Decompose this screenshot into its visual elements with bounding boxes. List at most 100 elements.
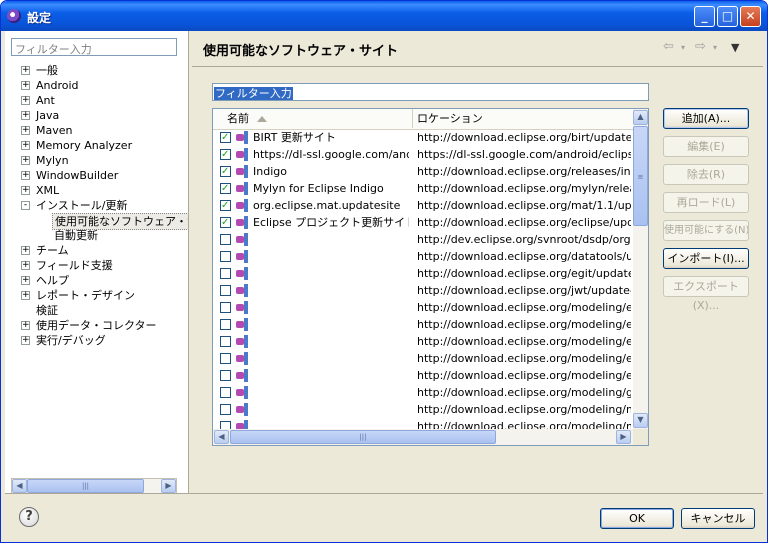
close-button[interactable]: ✕: [740, 6, 761, 27]
table-row[interactable]: Eclipse プロジェクト更新サイト http://download.eclip…: [213, 214, 633, 231]
enable-button[interactable]: 使用可能にする(N): [663, 220, 749, 241]
expand-icon[interactable]: +: [21, 156, 30, 165]
back-arrow-icon[interactable]: ⇦: [663, 39, 674, 54]
site-location: http://download.eclipse.org/releases/ind…: [417, 165, 631, 178]
edit-button[interactable]: 編集(E): [663, 136, 749, 157]
table-row[interactable]: http://dev.eclipse.org/svnroot/dsdp/org.…: [213, 231, 633, 248]
update-site-icon: [236, 284, 250, 297]
minimize-button[interactable]: _: [694, 6, 715, 27]
site-enabled-checkbox[interactable]: [220, 268, 231, 279]
site-enabled-checkbox[interactable]: [220, 251, 231, 262]
table-row[interactable]: http://download.eclipse.org/modeling/emf…: [213, 350, 633, 367]
expand-icon[interactable]: +: [21, 246, 30, 255]
site-enabled-checkbox[interactable]: [220, 319, 231, 330]
site-enabled-checkbox[interactable]: [220, 302, 231, 313]
update-site-icon: [236, 386, 250, 399]
table-scroll-left-icon[interactable]: ◀: [214, 430, 229, 444]
site-enabled-checkbox[interactable]: [220, 214, 231, 231]
expand-icon[interactable]: +: [21, 276, 30, 285]
site-enabled-checkbox[interactable]: [220, 404, 231, 415]
site-location: http://download.eclipse.org/datatools/up…: [417, 250, 631, 263]
view-menu-icon[interactable]: ▼: [731, 41, 739, 54]
table-row[interactable]: http://download.eclipse.org/modeling/m2t…: [213, 418, 633, 429]
help-icon[interactable]: ?: [19, 507, 39, 527]
forward-dropdown-icon[interactable]: ▾: [713, 43, 717, 52]
forward-arrow-icon[interactable]: ⇨: [695, 39, 706, 54]
site-enabled-checkbox[interactable]: [220, 353, 231, 364]
table-row[interactable]: http://download.eclipse.org/modeling/gmf…: [213, 384, 633, 401]
site-enabled-checkbox[interactable]: [220, 370, 231, 381]
site-enabled-checkbox[interactable]: [220, 180, 231, 197]
vertical-scroll-thumb[interactable]: ≡: [633, 126, 648, 226]
table-row[interactable]: BIRT 更新サイト http://download.eclipse.org/bi…: [213, 129, 633, 146]
site-filter-text: フィルター入力: [214, 87, 293, 100]
table-row[interactable]: http://download.eclipse.org/datatools/up…: [213, 248, 633, 265]
expand-icon[interactable]: +: [21, 186, 30, 195]
site-name: Eclipse プロジェクト更新サイト: [253, 216, 409, 229]
table-row[interactable]: http://download.eclipse.org/jwt/update-s…: [213, 282, 633, 299]
site-enabled-checkbox[interactable]: [220, 146, 231, 163]
tree-item-label: Ant: [36, 94, 55, 107]
preference-navigator: フィルター入力 + 一般 + Android + Ant + Java + Maven + Memor…: [5, 31, 201, 494]
update-site-icon: [236, 301, 250, 314]
site-enabled-checkbox[interactable]: [220, 421, 231, 429]
site-enabled-checkbox[interactable]: [220, 197, 231, 214]
tree-item-label: チーム: [36, 244, 69, 257]
scroll-left-icon[interactable]: ◀: [12, 479, 27, 493]
expand-icon[interactable]: +: [21, 336, 30, 345]
expand-icon[interactable]: +: [21, 126, 30, 135]
site-enabled-checkbox[interactable]: [220, 234, 231, 245]
expand-icon[interactable]: +: [21, 81, 30, 90]
table-row[interactable]: https://dl-ssl.google.com/android/eclips…: [213, 146, 633, 163]
table-scroll-right-icon[interactable]: ▶: [616, 430, 631, 444]
scroll-up-icon[interactable]: ▲: [633, 110, 648, 125]
site-enabled-checkbox[interactable]: [220, 129, 231, 146]
horizontal-scroll-thumb[interactable]: |||: [230, 430, 496, 444]
export-button[interactable]: エクスポート(X)...: [663, 276, 749, 312]
column-header-name[interactable]: 名前: [213, 109, 413, 128]
expand-icon[interactable]: +: [21, 111, 30, 120]
column-header-location[interactable]: ロケーション: [413, 109, 633, 128]
import-button[interactable]: インポート(I)...: [663, 248, 749, 269]
collapse-icon[interactable]: -: [21, 201, 30, 210]
table-row[interactable]: org.eclipse.mat.updatesite http://downloa…: [213, 197, 633, 214]
table-row[interactable]: Indigo http://download.eclipse.org/releas…: [213, 163, 633, 180]
site-enabled-checkbox[interactable]: [220, 285, 231, 296]
expand-icon[interactable]: +: [21, 261, 30, 270]
cancel-button[interactable]: キャンセル: [681, 508, 755, 529]
table-row[interactable]: http://download.eclipse.org/egit/updates: [213, 265, 633, 282]
expand-icon[interactable]: +: [21, 171, 30, 180]
expand-icon[interactable]: +: [21, 141, 30, 150]
tree-item-label: フィールド支援: [36, 259, 113, 272]
table-body: BIRT 更新サイト http://download.eclipse.org/bi…: [213, 129, 633, 429]
expand-icon[interactable]: +: [21, 66, 30, 75]
table-row[interactable]: http://download.eclipse.org/modeling/emf…: [213, 333, 633, 350]
maximize-button[interactable]: □: [717, 6, 738, 27]
site-enabled-checkbox[interactable]: [220, 336, 231, 347]
table-row[interactable]: Mylyn for Eclipse Indigo http://download.…: [213, 180, 633, 197]
table-row[interactable]: http://download.eclipse.org/modeling/emf…: [213, 316, 633, 333]
add-button[interactable]: 追加(A)...: [663, 108, 749, 129]
remove-button[interactable]: 除去(R): [663, 164, 749, 185]
table-horizontal-scrollbar[interactable]: ◀ ||| ▶: [213, 429, 633, 445]
reload-button[interactable]: 再ロード(L): [663, 192, 749, 213]
expand-icon[interactable]: +: [21, 321, 30, 330]
site-enabled-checkbox[interactable]: [220, 163, 231, 180]
site-enabled-checkbox[interactable]: [220, 387, 231, 398]
title-bar[interactable]: 設定 _ □ ✕: [1, 1, 767, 31]
expand-icon[interactable]: +: [21, 96, 30, 105]
table-vertical-scrollbar[interactable]: ▲ ≡ ▼: [633, 109, 648, 429]
expand-icon[interactable]: +: [21, 291, 30, 300]
site-filter-input[interactable]: フィルター入力: [212, 83, 649, 101]
tree-horizontal-scrollbar[interactable]: ◀ ||| ▶: [11, 478, 177, 494]
table-row[interactable]: http://download.eclipse.org/modeling/m2m…: [213, 401, 633, 418]
eclipse-icon: [7, 9, 21, 23]
table-row[interactable]: http://download.eclipse.org/modeling/emf…: [213, 299, 633, 316]
table-row[interactable]: http://download.eclipse.org/modeling/emf…: [213, 367, 633, 384]
tree-filter-input[interactable]: フィルター入力: [11, 38, 177, 56]
back-dropdown-icon[interactable]: ▾: [681, 43, 685, 52]
scroll-down-icon[interactable]: ▼: [633, 413, 648, 428]
scroll-thumb[interactable]: |||: [27, 479, 144, 493]
scroll-right-icon[interactable]: ▶: [161, 479, 176, 493]
ok-button[interactable]: OK: [600, 508, 674, 529]
